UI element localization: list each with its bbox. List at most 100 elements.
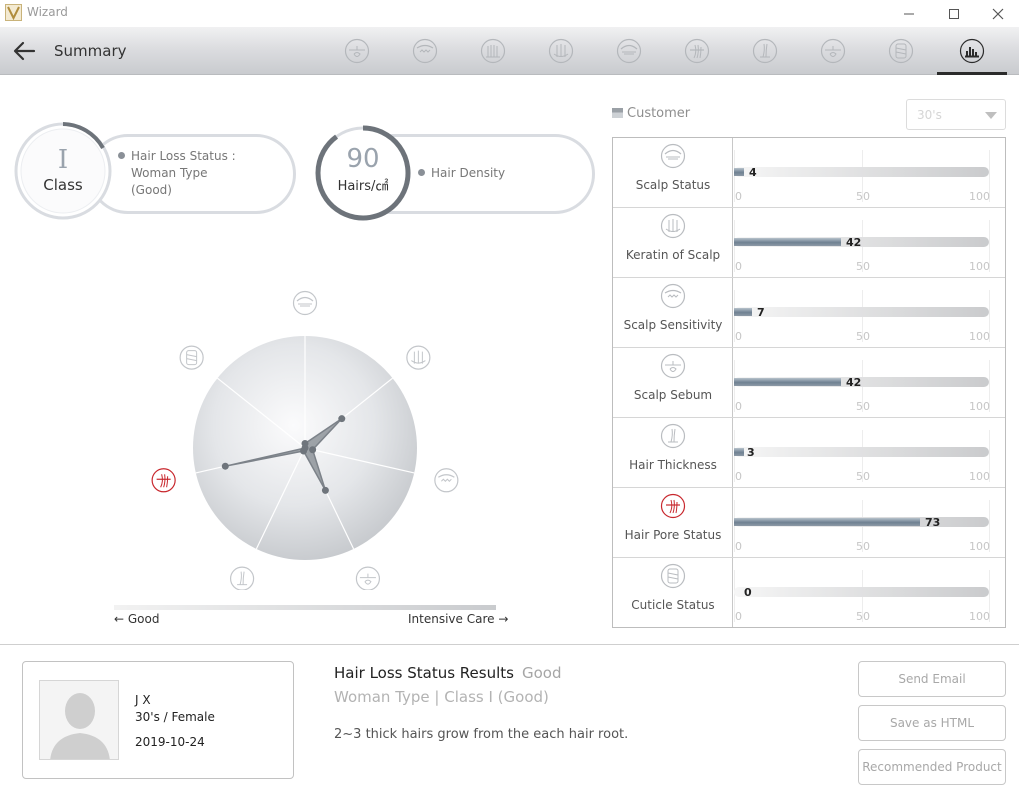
hair-pore-icon bbox=[684, 38, 710, 64]
scalp-sensitivity-icon bbox=[660, 283, 686, 309]
tab-hair-thickness[interactable] bbox=[735, 27, 795, 75]
metric-row-scalp-status: Scalp Status 0 50 100 4 bbox=[613, 138, 1005, 208]
tick-label: 0 bbox=[735, 400, 742, 413]
bar-value: 42 bbox=[846, 236, 862, 249]
tick-label: 100 bbox=[969, 190, 990, 203]
bar-value: 73 bbox=[925, 516, 941, 529]
maximize-button[interactable] bbox=[931, 0, 977, 27]
maximize-icon bbox=[949, 8, 959, 19]
bar-track bbox=[734, 307, 989, 317]
minimize-button[interactable] bbox=[886, 0, 932, 27]
bar-track bbox=[734, 167, 989, 177]
bar-value: 7 bbox=[757, 306, 765, 319]
tick-label: 0 bbox=[735, 540, 742, 553]
radar-scalp-status-icon bbox=[292, 290, 318, 316]
bar-value: 4 bbox=[749, 166, 757, 179]
radar-keratin-icon bbox=[406, 345, 431, 370]
cuticle-icon bbox=[660, 563, 686, 589]
send-email-button[interactable]: Send Email bbox=[858, 661, 1006, 697]
age-group-select[interactable]: 30's bbox=[906, 99, 1006, 130]
tick-label: 0 bbox=[735, 470, 742, 483]
tick-label: 0 bbox=[735, 610, 742, 623]
metric-label-cell: Cuticle Status bbox=[613, 558, 733, 627]
radar-scalp-sebum-icon bbox=[355, 566, 381, 590]
hair-pore-icon bbox=[660, 493, 686, 519]
metric-name: Hair Thickness bbox=[629, 458, 717, 472]
section-divider bbox=[0, 644, 1019, 645]
density-value: 90 bbox=[346, 144, 380, 174]
metric-label-cell: Keratin of Scalp bbox=[613, 208, 733, 277]
hair-loss-status-text: Hair Loss Status : Woman Type (Good) bbox=[118, 148, 236, 199]
app-logo-icon bbox=[5, 4, 22, 21]
scale-intensive-label: Intensive Care → bbox=[408, 612, 509, 626]
scale-good-label: ← Good bbox=[114, 612, 160, 626]
radar-chart bbox=[151, 290, 459, 590]
result-grade: Good bbox=[522, 664, 562, 682]
chevron-down-icon bbox=[985, 112, 997, 119]
tab-hair-pore[interactable] bbox=[667, 27, 727, 75]
scalp-sebum-icon bbox=[344, 38, 370, 64]
metric-label-cell: Scalp Sebum bbox=[613, 348, 733, 417]
close-button[interactable] bbox=[975, 0, 1019, 27]
tab-scalp-sensitivity[interactable] bbox=[395, 27, 455, 75]
metric-row-hair-pore-status: Hair Pore Status 0 50 100 73 bbox=[613, 488, 1005, 558]
tick-label: 50 bbox=[856, 540, 870, 553]
metric-label-cell: Scalp Status bbox=[613, 138, 733, 207]
radar-point bbox=[321, 486, 329, 494]
close-icon bbox=[992, 8, 1004, 19]
bullet-dot bbox=[118, 152, 125, 159]
radar-point bbox=[221, 462, 229, 470]
class-label: Class bbox=[43, 176, 83, 194]
radar-point bbox=[301, 444, 309, 452]
density-unit: Hairs/㎠ bbox=[337, 179, 389, 194]
tick-label: 50 bbox=[856, 400, 870, 413]
save-html-button[interactable]: Save as HTML bbox=[858, 705, 1006, 741]
bar-track bbox=[734, 587, 989, 597]
tick-label: 100 bbox=[969, 540, 990, 553]
back-arrow-icon[interactable] bbox=[12, 39, 38, 63]
tick-label: 0 bbox=[735, 190, 742, 203]
tab-scalp-status[interactable] bbox=[599, 27, 659, 75]
radar-hair-pore-icon bbox=[151, 468, 176, 493]
metric-row-scalp-sensitivity: Scalp Sensitivity 0 50 100 7 bbox=[613, 278, 1005, 348]
bar-value: 42 bbox=[846, 376, 862, 389]
active-tab-indicator bbox=[937, 72, 1007, 75]
metric-row-keratin-of-scalp: Keratin of Scalp 0 50 100 42 bbox=[613, 208, 1005, 278]
customer-header: Customer bbox=[612, 106, 690, 121]
metrics-panel: Scalp Status 0 50 100 4 Keratin of Scalp 0… bbox=[612, 137, 1006, 628]
customer-icon bbox=[612, 108, 623, 118]
tick-label: 100 bbox=[969, 470, 990, 483]
bar-fill bbox=[734, 168, 744, 176]
keratin-icon bbox=[660, 213, 686, 239]
title-bar: Wizard bbox=[0, 0, 1019, 27]
tick-label: 50 bbox=[856, 190, 870, 203]
radar-point bbox=[338, 415, 346, 423]
avatar bbox=[39, 680, 119, 760]
bar-fill bbox=[734, 518, 920, 526]
tab-scalp-sebum[interactable] bbox=[327, 27, 387, 75]
tab-cuticle[interactable] bbox=[871, 27, 931, 75]
bar-fill bbox=[734, 378, 841, 386]
hair-density-label: Hair Density bbox=[431, 166, 506, 180]
severity-scale-bar bbox=[114, 605, 496, 610]
radar-hair-thickness-icon bbox=[229, 566, 255, 590]
tab-hair-density[interactable] bbox=[463, 27, 523, 75]
hair-loss-grade: (Good) bbox=[131, 183, 172, 197]
radar-scalp-sensitivity-icon bbox=[434, 468, 459, 493]
hair-thickness-icon bbox=[752, 38, 778, 64]
visit-date: 2019-10-24 bbox=[135, 735, 205, 749]
tab-summary-chart-active[interactable] bbox=[942, 27, 1002, 75]
hair-density-icon bbox=[480, 38, 506, 64]
scalp-sebum-icon bbox=[660, 353, 686, 379]
hair-thickness-icon bbox=[660, 423, 686, 449]
metric-label-cell: Hair Pore Status bbox=[613, 488, 733, 557]
tab-scalp-sebum[interactable] bbox=[803, 27, 863, 75]
recommended-product-button[interactable]: Recommended Product bbox=[858, 749, 1006, 785]
bar-fill bbox=[734, 308, 752, 316]
hair-density-text: Hair Density bbox=[418, 165, 505, 182]
bar-fill bbox=[734, 238, 841, 246]
result-type: Woman Type | Class I (Good) bbox=[334, 688, 549, 706]
minimize-icon bbox=[904, 13, 914, 14]
tab-keratin[interactable] bbox=[531, 27, 591, 75]
tick-label: 50 bbox=[856, 260, 870, 273]
